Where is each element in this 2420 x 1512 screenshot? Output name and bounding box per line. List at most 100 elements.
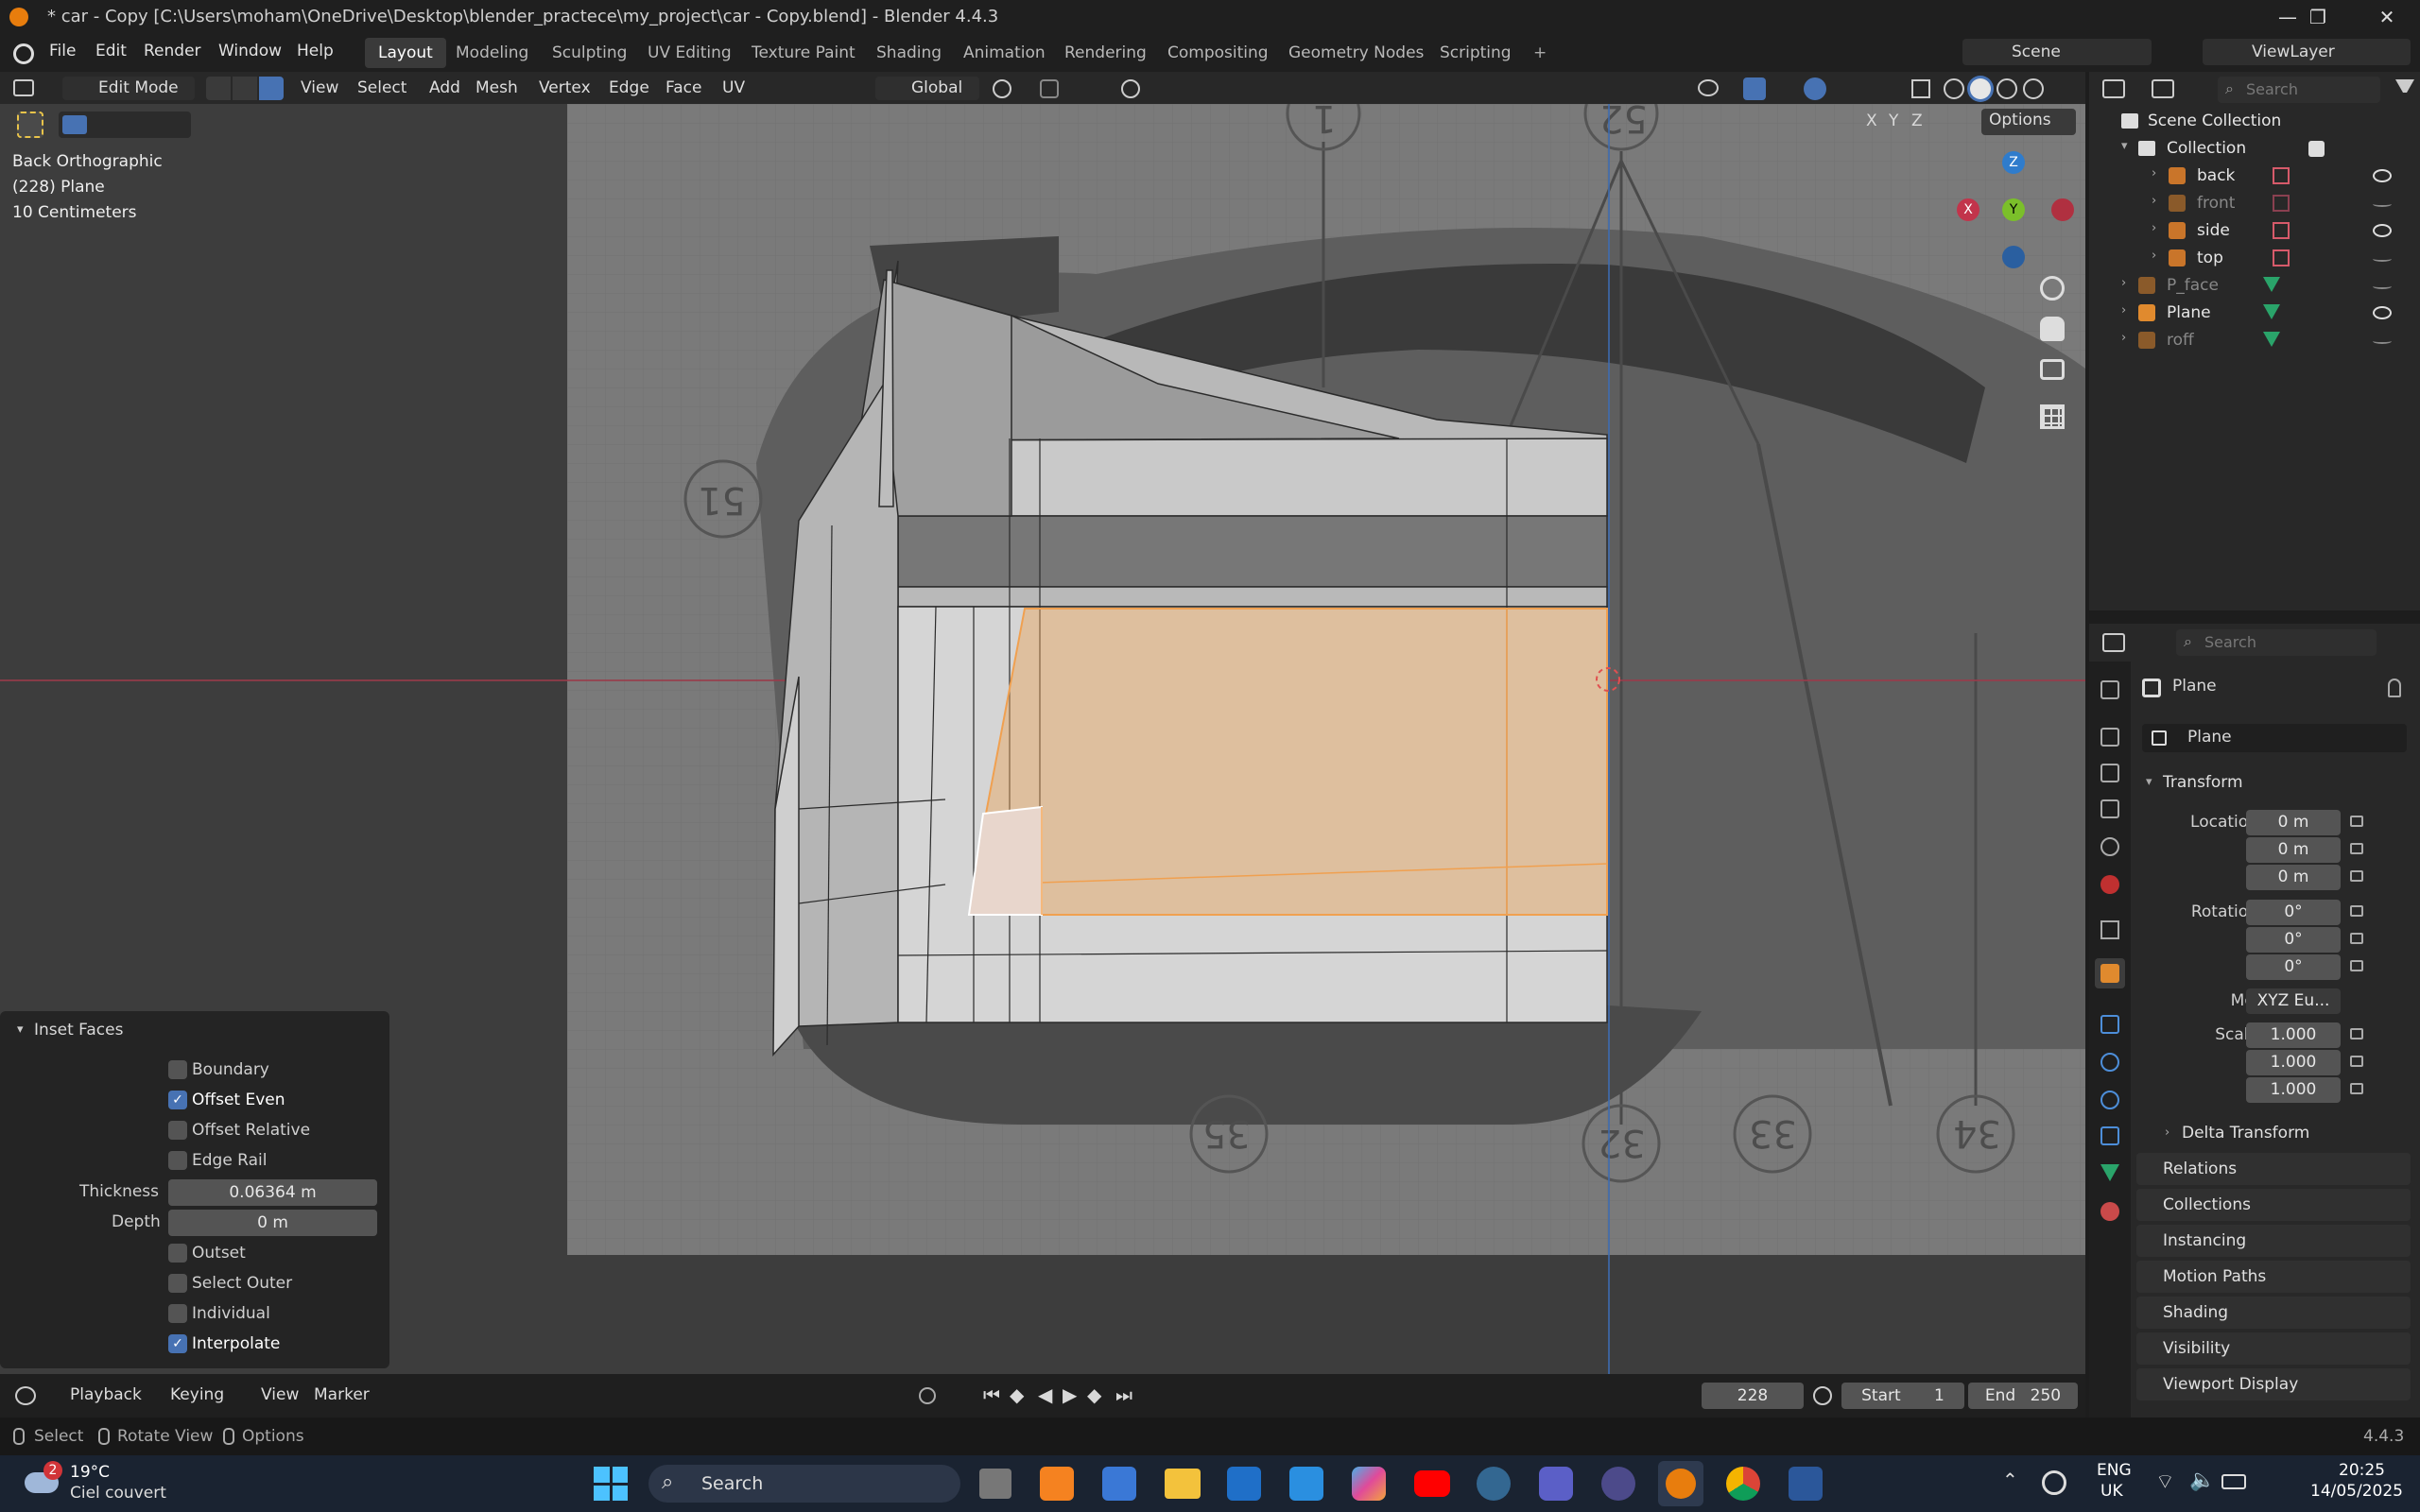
tab-sculpting[interactable]: Sculpting (539, 38, 640, 68)
individual-checkbox[interactable] (168, 1304, 187, 1323)
menu-face[interactable]: Face (658, 77, 709, 100)
outset-checkbox[interactable] (168, 1244, 187, 1263)
particles-tab-icon[interactable] (2100, 1053, 2119, 1072)
zoom-icon[interactable] (2040, 276, 2065, 301)
selection-mode-group[interactable] (59, 112, 191, 138)
physics-tab-icon[interactable] (2100, 1091, 2119, 1109)
tab-uv-editing[interactable]: UV Editing (634, 38, 745, 68)
delta-transform-section[interactable]: › Delta Transform (2155, 1117, 2411, 1149)
proportional-edit-icon[interactable] (1121, 79, 1140, 98)
xray-icon[interactable] (1911, 79, 1930, 98)
clock-time[interactable]: 20:25 (2339, 1461, 2385, 1480)
close-button[interactable]: ✕ (2359, 0, 2415, 34)
scene-tab-icon[interactable] (2100, 837, 2119, 856)
scale-y-field[interactable]: 1.000 (2246, 1050, 2341, 1075)
menu-render[interactable]: Render (144, 42, 201, 60)
neg-x-axis-gizmo[interactable] (2051, 198, 2074, 221)
tab-shading[interactable]: Shading (863, 38, 955, 68)
menu-mesh[interactable]: Mesh (468, 77, 526, 100)
expand-arrow-icon[interactable]: › (2152, 249, 2156, 263)
menu-file[interactable]: File (49, 42, 76, 60)
app-orange-icon[interactable] (1040, 1467, 1074, 1501)
rotation-y-field[interactable]: 0° (2246, 927, 2341, 953)
world-tab-icon[interactable] (2100, 875, 2119, 894)
gizmo-toggle-icon[interactable] (1743, 77, 1766, 100)
volume-icon[interactable]: 🔈 (2189, 1469, 2215, 1492)
camera-view-icon[interactable] (2040, 359, 2065, 380)
material-tab-icon[interactable] (2100, 1202, 2119, 1221)
language-code[interactable]: ENG (2097, 1461, 2132, 1480)
menu-help[interactable]: Help (297, 42, 334, 60)
expand-arrow-icon[interactable]: › (2152, 221, 2156, 235)
blender-taskbar-icon[interactable] (1658, 1461, 1703, 1506)
menu-marker[interactable]: Marker (306, 1383, 377, 1407)
menu-edit[interactable]: Edit (95, 42, 127, 60)
expand-arrow-icon[interactable]: › (2152, 166, 2156, 180)
autokey-icon[interactable] (919, 1387, 936, 1404)
object-name-field[interactable]: Plane (2142, 724, 2407, 752)
eye-closed-icon[interactable] (2373, 284, 2392, 289)
location-z-field[interactable]: 0 m (2246, 865, 2341, 890)
properties-editor-icon[interactable] (2102, 633, 2125, 652)
tray-overflow-icon[interactable]: ⌃ (2002, 1469, 2018, 1491)
postgres-icon[interactable] (1477, 1467, 1511, 1501)
task-view-icon[interactable] (979, 1469, 1011, 1499)
snap-icon[interactable] (1040, 79, 1059, 98)
outliner-object-p-face[interactable]: › P_face (2089, 272, 2420, 300)
rendered-shading-icon[interactable] (2023, 78, 2044, 99)
scale-x-field[interactable]: 1.000 (2246, 1022, 2341, 1048)
axis-z-label[interactable]: Z (1911, 112, 1923, 130)
eye-icon[interactable] (2373, 306, 2392, 319)
select-new-icon[interactable] (62, 115, 87, 134)
axis-x-label[interactable]: X (1866, 112, 1877, 130)
add-workspace-button[interactable]: + (1520, 38, 1560, 68)
play-reverse-icon[interactable]: ◀ (1038, 1383, 1052, 1406)
pin-icon[interactable] (2388, 679, 2401, 697)
expand-arrow-icon[interactable]: ▾ (2121, 139, 2128, 153)
outliner-item-side[interactable]: › side (2089, 217, 2420, 245)
lock-icon[interactable] (2350, 843, 2363, 854)
collection-checkbox[interactable] (2308, 141, 2325, 157)
outliner-collection[interactable]: ▾ Collection (2089, 135, 2420, 163)
object-tab-icon[interactable] (2095, 958, 2125, 988)
collection-tab-icon[interactable] (2100, 920, 2119, 939)
select-outer-checkbox[interactable] (168, 1274, 187, 1293)
blender-menu-icon[interactable] (13, 43, 34, 64)
visibility-icon[interactable] (1698, 79, 1719, 96)
prev-keyframe-icon[interactable]: ◆ (1010, 1383, 1024, 1406)
x-axis-gizmo[interactable]: X (1957, 198, 1979, 221)
boundary-checkbox[interactable] (168, 1060, 187, 1079)
outliner-search-input[interactable]: ⌕ Search (2218, 77, 2380, 103)
end-frame-field[interactable]: End 250 (1968, 1383, 2078, 1409)
tab-compositing[interactable]: Compositing (1154, 38, 1282, 68)
sync-icon[interactable] (2042, 1470, 2066, 1495)
expand-arrow-icon[interactable]: › (2121, 331, 2126, 345)
menu-uv[interactable]: UV (715, 77, 752, 100)
menu-select[interactable]: Select (350, 77, 414, 100)
mode-selector[interactable]: Edit Mode (62, 77, 195, 100)
menu-timeline-view[interactable]: View (253, 1383, 306, 1407)
editor-type-icon[interactable] (13, 79, 34, 96)
scale-z-field[interactable]: 1.000 (2246, 1077, 2341, 1103)
constraints-tab-icon[interactable] (2100, 1126, 2119, 1145)
menu-edge[interactable]: Edge (601, 77, 657, 100)
grid-view-icon[interactable] (2040, 404, 2065, 429)
outliner-item-back[interactable]: › back (2089, 163, 2420, 190)
outliner-scene-collection[interactable]: Scene Collection (2089, 108, 2420, 135)
start-button[interactable] (594, 1467, 628, 1501)
y-axis-gizmo[interactable]: Y (2002, 198, 2025, 221)
battery-icon[interactable] (2221, 1474, 2246, 1489)
neg-z-axis-gizmo[interactable] (2002, 246, 2025, 268)
youtube-icon[interactable] (1414, 1470, 1450, 1497)
offset-even-checkbox[interactable]: ✓ (168, 1091, 187, 1109)
edge-select-icon[interactable] (233, 77, 257, 100)
orientation-selector[interactable]: Global (875, 77, 979, 100)
lock-icon[interactable] (2350, 933, 2363, 944)
rotation-z-field[interactable]: 0° (2246, 954, 2341, 980)
location-x-field[interactable]: 0 m (2246, 810, 2341, 835)
file-explorer-icon[interactable] (1165, 1469, 1201, 1499)
weather-widget[interactable]: 2 19°C Ciel couvert (19, 1461, 189, 1506)
tab-geometry-nodes[interactable]: Geometry Nodes (1275, 38, 1437, 68)
outliner-item-front[interactable]: › front (2089, 190, 2420, 217)
clock-date[interactable]: 14/05/2025 (2310, 1482, 2403, 1501)
